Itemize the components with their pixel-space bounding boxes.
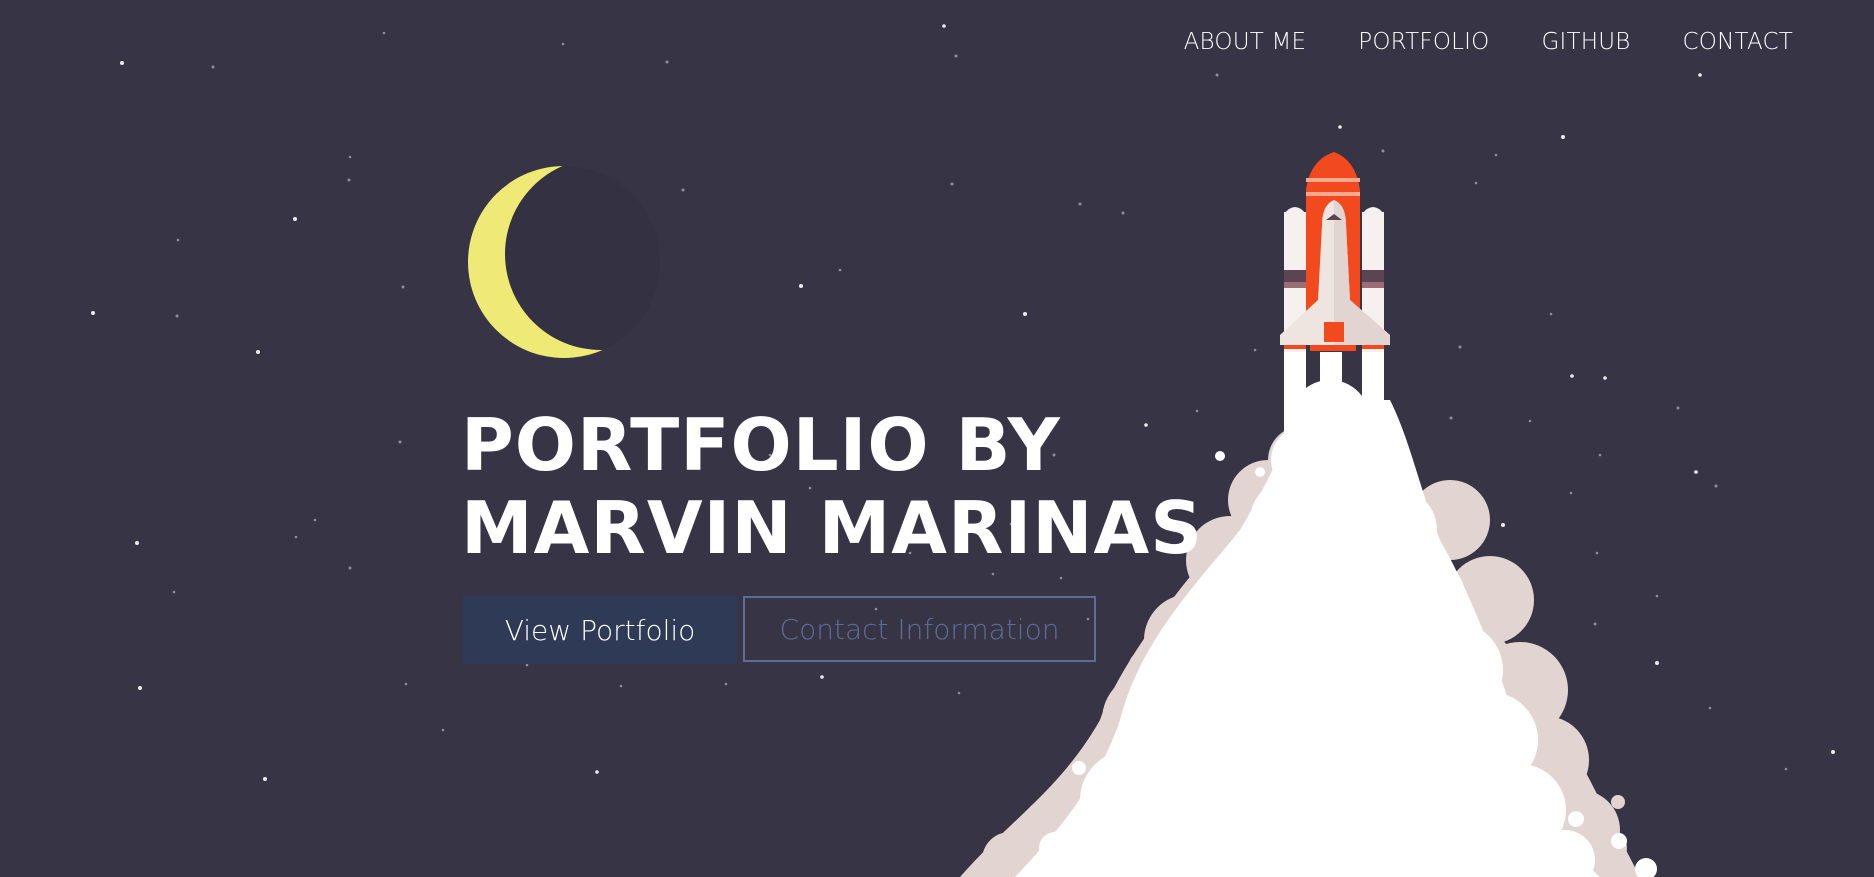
main-nav: ABOUT ME PORTFOLIO GITHUB CONTACT: [1184, 26, 1793, 58]
shuttle-body: [1280, 152, 1390, 352]
nav-github[interactable]: GITHUB: [1541, 26, 1630, 58]
page-title-line-2: MARVIN MARINAS: [461, 486, 1204, 570]
page-title-line-1: PORTFOLIO BY: [461, 403, 1061, 487]
page-title: PORTFOLIO BY MARVIN MARINAS: [461, 404, 1203, 570]
nav-about-me[interactable]: ABOUT ME: [1184, 26, 1307, 58]
contact-information-button[interactable]: Contact Information: [743, 596, 1096, 662]
view-portfolio-button[interactable]: View Portfolio: [463, 596, 737, 664]
hero-section: ABOUT ME PORTFOLIO GITHUB CONTACT PORTFO…: [0, 0, 1874, 877]
nav-portfolio[interactable]: PORTFOLIO: [1358, 26, 1489, 58]
nav-contact[interactable]: CONTACT: [1683, 26, 1793, 58]
